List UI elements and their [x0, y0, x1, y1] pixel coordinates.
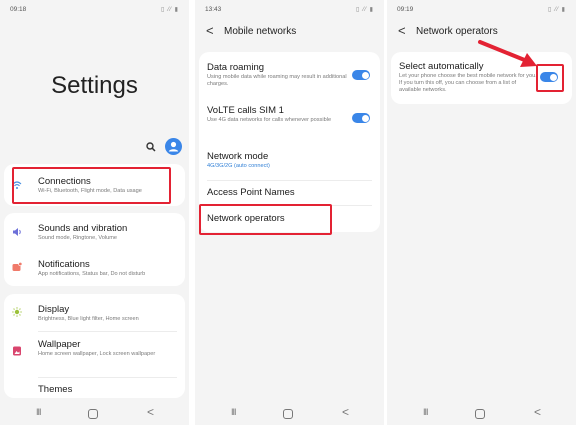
- mobile-networks-screen: 13:43 ▯ ⁄⁄ ▮ < Mobile networks Data roam…: [195, 0, 384, 425]
- settings-item-themes[interactable]: Themes: [4, 378, 185, 398]
- recent-apps-button[interactable]: III: [423, 407, 428, 417]
- settings-item-label: Wallpaper: [38, 339, 81, 350]
- settings-screen: 09:18 ▯ ⁄⁄ ▮ Settings Connections Wi-Fi,…: [0, 0, 189, 425]
- settings-item-sub: Sound mode, Ringtone, Volume: [38, 235, 117, 241]
- status-icons: ▯ ⁄⁄ ▮: [548, 7, 566, 13]
- settings-item-sub: Brightness, Blue light filter, Home scre…: [38, 316, 139, 322]
- wallpaper-icon: [13, 346, 21, 356]
- status-time: 09:19: [397, 6, 414, 13]
- back-nav-button[interactable]: <: [147, 405, 154, 419]
- item-label: Network mode: [207, 151, 269, 162]
- sun-icon: [12, 307, 22, 317]
- item-label: VoLTE calls SIM 1: [207, 105, 284, 116]
- settings-item-sub: Home screen wallpaper, Lock screen wallp…: [38, 351, 156, 357]
- item-sub: Using mobile data while roaming may resu…: [207, 74, 347, 87]
- highlight-network-operators: [199, 204, 332, 235]
- nav-bar: III <: [195, 403, 384, 425]
- settings-item-wallpaper[interactable]: Wallpaper Home screen wallpaper, Lock sc…: [4, 332, 185, 376]
- page-title: Mobile networks: [224, 26, 297, 37]
- network-mode-item[interactable]: Network mode 4G/3G/2G (auto connect): [199, 144, 380, 180]
- back-nav-button[interactable]: <: [534, 405, 541, 419]
- search-icon[interactable]: [146, 142, 156, 152]
- home-button[interactable]: [475, 409, 485, 419]
- sound-notifications-card: Sounds and vibration Sound mode, Rington…: [4, 213, 185, 286]
- status-bar: 13:43 ▯ ⁄⁄ ▮: [205, 6, 376, 16]
- display-card: Display Brightness, Blue light filter, H…: [4, 294, 185, 398]
- status-bar: 09:18 ▯ ⁄⁄ ▮: [10, 6, 181, 16]
- status-time: 09:18: [10, 6, 27, 13]
- volte-toggle[interactable]: [352, 113, 370, 123]
- arrow-annotation-icon: [478, 40, 537, 67]
- status-icons: ▯ ⁄⁄ ▮: [161, 7, 179, 13]
- recent-apps-button[interactable]: III: [231, 407, 236, 417]
- status-bar: 09:19 ▯ ⁄⁄ ▮: [397, 6, 568, 16]
- item-sub: Use 4G data networks for calls whenever …: [207, 117, 332, 123]
- network-operators-screen: 09:19 ▯ ⁄⁄ ▮ < Network operators Select …: [387, 0, 576, 425]
- page-title: Network operators: [416, 26, 498, 37]
- nav-bar: III <: [387, 403, 576, 425]
- home-button[interactable]: [88, 409, 98, 419]
- recent-apps-button[interactable]: III: [36, 407, 41, 417]
- settings-item-sub: App notifications, Status bar, Do not di…: [38, 271, 146, 277]
- speaker-icon: [13, 228, 21, 236]
- settings-item-label: Notifications: [38, 259, 90, 270]
- settings-item-label: Sounds and vibration: [38, 223, 128, 234]
- settings-item-label: Themes: [38, 384, 73, 395]
- status-icons: ▯ ⁄⁄ ▮: [356, 7, 374, 13]
- back-button[interactable]: <: [206, 23, 214, 38]
- volte-item[interactable]: VoLTE calls SIM 1 Use 4G data networks f…: [199, 98, 380, 142]
- back-button[interactable]: <: [398, 23, 406, 38]
- settings-item-sounds[interactable]: Sounds and vibration Sound mode, Rington…: [4, 213, 185, 249]
- item-sub: Let your phone choose the best mobile ne…: [399, 73, 537, 93]
- settings-item-label: Display: [38, 304, 70, 315]
- settings-item-notifications[interactable]: Notifications App notifications, Status …: [4, 250, 185, 286]
- item-label: Select automatically: [399, 61, 484, 72]
- nav-bar: III <: [0, 403, 189, 425]
- profile-avatar-icon[interactable]: [165, 138, 182, 155]
- page-title: Settings: [51, 72, 138, 99]
- highlight-connections: [12, 167, 171, 204]
- data-roaming-toggle[interactable]: [352, 70, 370, 80]
- settings-item-display[interactable]: Display Brightness, Blue light filter, H…: [4, 294, 185, 330]
- back-nav-button[interactable]: <: [342, 405, 349, 419]
- status-time: 13:43: [205, 6, 222, 13]
- access-point-names-item[interactable]: Access Point Names: [199, 181, 380, 205]
- item-sub: 4G/3G/2G (auto connect): [207, 163, 270, 169]
- home-button[interactable]: [283, 409, 293, 419]
- item-label: Access Point Names: [207, 187, 295, 198]
- data-roaming-item[interactable]: Data roaming Using mobile data while roa…: [199, 52, 380, 96]
- notification-icon: [12, 262, 22, 271]
- item-label: Data roaming: [207, 62, 265, 73]
